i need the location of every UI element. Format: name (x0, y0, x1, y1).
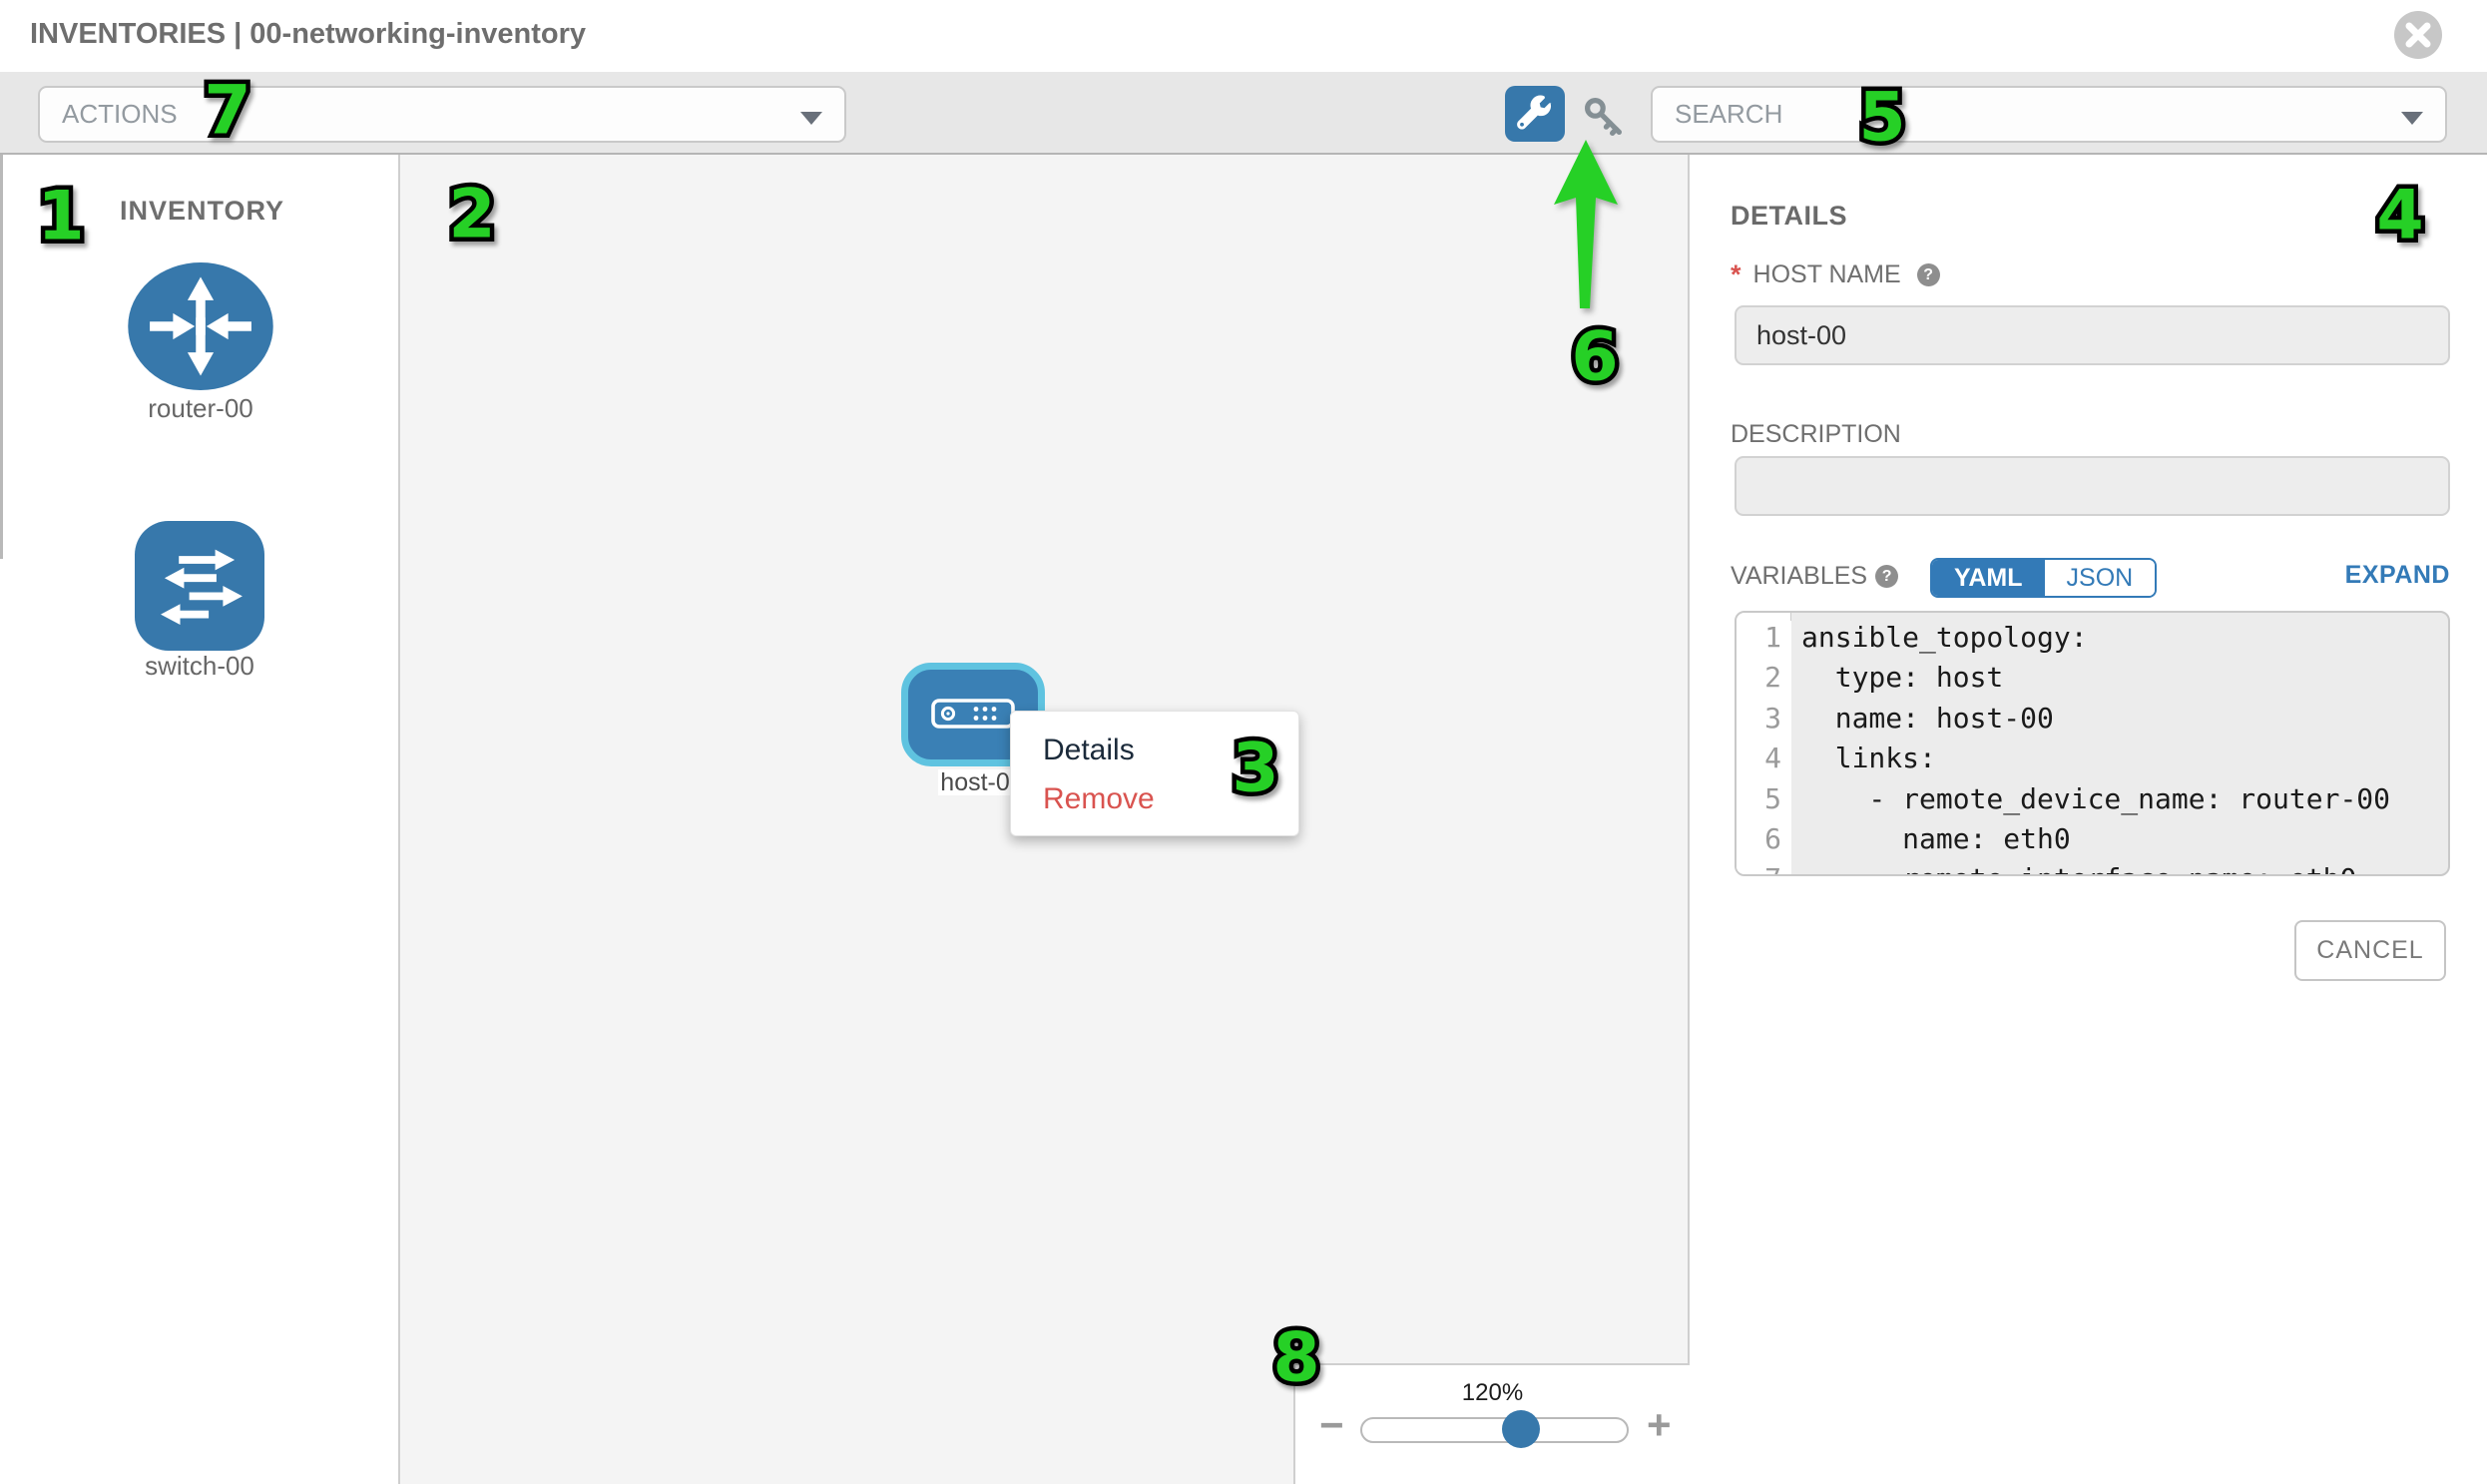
annotation-7: 7 (204, 72, 250, 151)
annotation-3: 3 (1232, 730, 1278, 808)
inventory-heading: INVENTORY (120, 196, 284, 227)
code-line: 5 - remote_device_name: router-00 (1737, 782, 2448, 822)
close-icon[interactable] (2393, 10, 2443, 60)
host-name-label-row: * HOST NAME ? (1731, 259, 1940, 290)
switch-icon (124, 521, 275, 651)
host-icon (931, 699, 1015, 729)
description-input[interactable] (1735, 456, 2450, 516)
annotation-5: 5 (1858, 79, 1905, 158)
expand-link[interactable]: EXPAND (2250, 561, 2450, 590)
router-icon (127, 262, 274, 390)
search-dropdown-label: SEARCH (1675, 99, 1782, 130)
details-heading: DETAILS (1731, 201, 1847, 232)
actions-dropdown[interactable]: ACTIONS (38, 86, 846, 143)
chevron-down-icon (2401, 112, 2423, 125)
description-label: DESCRIPTION (1731, 420, 1901, 449)
sidebar-item-router[interactable] (127, 262, 274, 395)
host-name-input[interactable] (1735, 305, 2450, 365)
toggle-yaml[interactable]: YAML (1932, 560, 2045, 596)
zoom-level-value: 120% (1295, 1379, 1690, 1407)
format-toggle: YAML JSON (1930, 558, 2157, 598)
variables-label: VARIABLES (1731, 562, 1867, 591)
variables-code-editor[interactable]: 1ansible_topology: 2 type: host 3 name: … (1735, 611, 2450, 876)
window-header: INVENTORIES | 00-networking-inventory (0, 0, 2487, 72)
help-icon[interactable]: ? (1875, 565, 1898, 588)
search-dropdown[interactable]: SEARCH (1651, 86, 2447, 143)
code-line: 6 name: eth0 (1737, 822, 2448, 862)
actions-dropdown-label: ACTIONS (62, 99, 178, 130)
configure-button[interactable] (1505, 86, 1565, 142)
sidebar-accent-bar (0, 155, 3, 559)
zoom-out-button[interactable]: − (1319, 1401, 1344, 1449)
cancel-button[interactable]: CANCEL (2294, 920, 2446, 981)
code-line: 2 type: host (1737, 661, 2448, 701)
zoom-control-panel: 120% − + (1293, 1363, 1690, 1484)
chevron-down-icon (800, 112, 822, 125)
annotation-1: 1 (37, 178, 84, 256)
toggle-json[interactable]: JSON (2045, 560, 2156, 596)
details-panel: DETAILS * HOST NAME ? DESCRIPTION VARIAB… (1692, 155, 2487, 1484)
required-marker: * (1731, 259, 1741, 290)
switch-label: switch-00 (100, 651, 299, 682)
zoom-slider-track[interactable] (1360, 1417, 1629, 1443)
key-button[interactable] (1581, 94, 1629, 142)
help-icon[interactable]: ? (1917, 263, 1940, 286)
code-line: 1ansible_topology: (1737, 621, 2448, 661)
wrench-icon (1516, 95, 1554, 133)
toolbar: ACTIONS SEARCH (0, 72, 2487, 155)
code-line: 7 remote_interface_name: eth0 (1737, 862, 2448, 876)
router-label: router-00 (101, 393, 300, 424)
zoom-slider-thumb[interactable] (1502, 1410, 1540, 1448)
annotation-8: 8 (1272, 1319, 1319, 1398)
host-name-label: HOST NAME (1753, 260, 1901, 289)
sidebar-item-switch[interactable] (124, 521, 275, 656)
zoom-in-button[interactable]: + (1647, 1401, 1672, 1449)
code-line: 3 name: host-00 (1737, 702, 2448, 742)
variables-label-row: VARIABLES ? (1731, 562, 1898, 591)
key-icon (1581, 94, 1629, 142)
breadcrumb-title: INVENTORIES | 00-networking-inventory (30, 18, 586, 51)
annotation-2: 2 (448, 176, 495, 254)
code-line: 4 links: (1737, 742, 2448, 781)
annotation-6: 6 (1571, 318, 1618, 397)
annotation-4: 4 (2376, 177, 2423, 255)
